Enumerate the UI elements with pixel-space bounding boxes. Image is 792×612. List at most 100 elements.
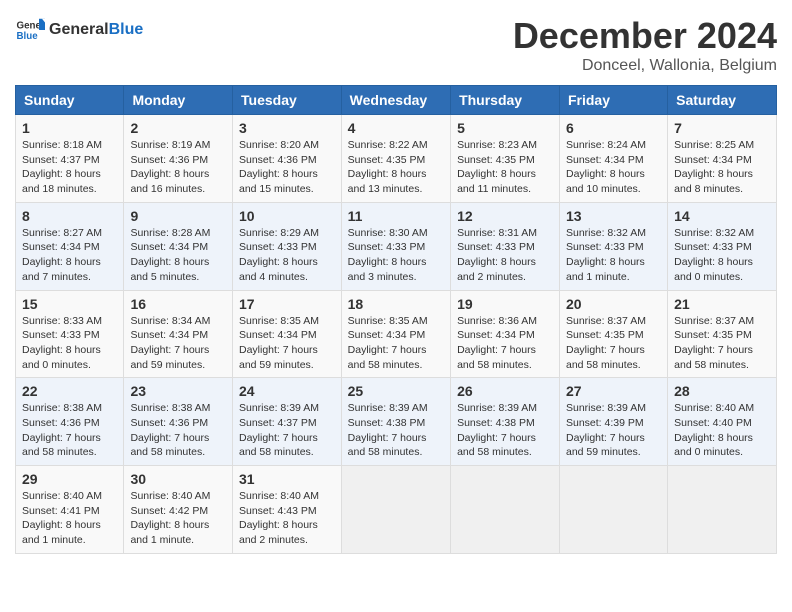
calendar-cell: 15 Sunrise: 8:33 AM Sunset: 4:33 PM Dayl… xyxy=(16,290,124,378)
col-monday: Monday xyxy=(124,86,233,115)
sunrise-label: Sunrise: 8:39 AM xyxy=(566,402,646,414)
calendar-cell: 21 Sunrise: 8:37 AM Sunset: 4:35 PM Dayl… xyxy=(668,290,777,378)
calendar-cell: 6 Sunrise: 8:24 AM Sunset: 4:34 PM Dayli… xyxy=(559,115,667,203)
day-number: 17 xyxy=(239,296,335,312)
day-number: 1 xyxy=(22,120,117,136)
sunset-label: Sunset: 4:34 PM xyxy=(130,329,208,341)
sunrise-label: Sunrise: 8:39 AM xyxy=(348,402,428,414)
calendar-cell xyxy=(559,466,667,554)
day-info: Sunrise: 8:33 AM Sunset: 4:33 PM Dayligh… xyxy=(22,314,117,373)
day-number: 4 xyxy=(348,120,444,136)
sunset-label: Sunset: 4:34 PM xyxy=(348,329,426,341)
calendar-cell: 22 Sunrise: 8:38 AM Sunset: 4:36 PM Dayl… xyxy=(16,378,124,466)
sunrise-label: Sunrise: 8:30 AM xyxy=(348,227,428,239)
sunrise-label: Sunrise: 8:32 AM xyxy=(566,227,646,239)
col-saturday: Saturday xyxy=(668,86,777,115)
sunrise-label: Sunrise: 8:31 AM xyxy=(457,227,537,239)
day-number: 27 xyxy=(566,383,661,399)
calendar-cell: 25 Sunrise: 8:39 AM Sunset: 4:38 PM Dayl… xyxy=(341,378,450,466)
sunrise-label: Sunrise: 8:37 AM xyxy=(674,315,754,327)
sunrise-label: Sunrise: 8:20 AM xyxy=(239,139,319,151)
calendar-cell xyxy=(341,466,450,554)
calendar-cell xyxy=(451,466,560,554)
sunset-label: Sunset: 4:38 PM xyxy=(457,417,535,429)
day-number: 19 xyxy=(457,296,553,312)
sunrise-label: Sunrise: 8:29 AM xyxy=(239,227,319,239)
daylight-label: Daylight: 8 hours and 7 minutes. xyxy=(22,256,101,283)
calendar-cell: 29 Sunrise: 8:40 AM Sunset: 4:41 PM Dayl… xyxy=(16,466,124,554)
calendar-cell: 4 Sunrise: 8:22 AM Sunset: 4:35 PM Dayli… xyxy=(341,115,450,203)
day-info: Sunrise: 8:37 AM Sunset: 4:35 PM Dayligh… xyxy=(674,314,770,373)
sunrise-label: Sunrise: 8:32 AM xyxy=(674,227,754,239)
day-info: Sunrise: 8:37 AM Sunset: 4:35 PM Dayligh… xyxy=(566,314,661,373)
daylight-label: Daylight: 8 hours and 0 minutes. xyxy=(22,344,101,371)
daylight-label: Daylight: 8 hours and 16 minutes. xyxy=(130,168,209,195)
calendar-cell: 16 Sunrise: 8:34 AM Sunset: 4:34 PM Dayl… xyxy=(124,290,233,378)
calendar-week-row: 15 Sunrise: 8:33 AM Sunset: 4:33 PM Dayl… xyxy=(16,290,777,378)
logo-general: General xyxy=(49,21,109,39)
calendar-cell: 13 Sunrise: 8:32 AM Sunset: 4:33 PM Dayl… xyxy=(559,202,667,290)
col-thursday: Thursday xyxy=(451,86,560,115)
sunset-label: Sunset: 4:34 PM xyxy=(566,154,644,166)
sunset-label: Sunset: 4:34 PM xyxy=(130,241,208,253)
day-number: 8 xyxy=(22,208,117,224)
calendar-cell: 8 Sunrise: 8:27 AM Sunset: 4:34 PM Dayli… xyxy=(16,202,124,290)
day-info: Sunrise: 8:35 AM Sunset: 4:34 PM Dayligh… xyxy=(239,314,335,373)
day-info: Sunrise: 8:24 AM Sunset: 4:34 PM Dayligh… xyxy=(566,138,661,197)
day-number: 15 xyxy=(22,296,117,312)
day-info: Sunrise: 8:31 AM Sunset: 4:33 PM Dayligh… xyxy=(457,226,553,285)
sunrise-label: Sunrise: 8:19 AM xyxy=(130,139,210,151)
sunrise-label: Sunrise: 8:33 AM xyxy=(22,315,102,327)
calendar-cell: 3 Sunrise: 8:20 AM Sunset: 4:36 PM Dayli… xyxy=(233,115,342,203)
day-info: Sunrise: 8:39 AM Sunset: 4:39 PM Dayligh… xyxy=(566,401,661,460)
calendar-cell: 1 Sunrise: 8:18 AM Sunset: 4:37 PM Dayli… xyxy=(16,115,124,203)
daylight-label: Daylight: 7 hours and 58 minutes. xyxy=(566,344,645,371)
day-number: 24 xyxy=(239,383,335,399)
sunset-label: Sunset: 4:40 PM xyxy=(674,417,752,429)
day-number: 12 xyxy=(457,208,553,224)
daylight-label: Daylight: 8 hours and 1 minute. xyxy=(22,519,101,546)
daylight-label: Daylight: 7 hours and 58 minutes. xyxy=(130,432,209,459)
sunset-label: Sunset: 4:33 PM xyxy=(674,241,752,253)
calendar-week-row: 8 Sunrise: 8:27 AM Sunset: 4:34 PM Dayli… xyxy=(16,202,777,290)
calendar-week-row: 29 Sunrise: 8:40 AM Sunset: 4:41 PM Dayl… xyxy=(16,466,777,554)
day-info: Sunrise: 8:40 AM Sunset: 4:42 PM Dayligh… xyxy=(130,489,226,548)
sunrise-label: Sunrise: 8:40 AM xyxy=(130,490,210,502)
sunset-label: Sunset: 4:33 PM xyxy=(566,241,644,253)
sunset-label: Sunset: 4:36 PM xyxy=(22,417,100,429)
day-info: Sunrise: 8:18 AM Sunset: 4:37 PM Dayligh… xyxy=(22,138,117,197)
sunrise-label: Sunrise: 8:40 AM xyxy=(22,490,102,502)
day-number: 20 xyxy=(566,296,661,312)
daylight-label: Daylight: 8 hours and 2 minutes. xyxy=(457,256,536,283)
sunrise-label: Sunrise: 8:22 AM xyxy=(348,139,428,151)
day-info: Sunrise: 8:40 AM Sunset: 4:43 PM Dayligh… xyxy=(239,489,335,548)
sunrise-label: Sunrise: 8:27 AM xyxy=(22,227,102,239)
day-info: Sunrise: 8:20 AM Sunset: 4:36 PM Dayligh… xyxy=(239,138,335,197)
sunset-label: Sunset: 4:41 PM xyxy=(22,505,100,517)
day-info: Sunrise: 8:32 AM Sunset: 4:33 PM Dayligh… xyxy=(566,226,661,285)
sunset-label: Sunset: 4:38 PM xyxy=(348,417,426,429)
daylight-label: Daylight: 8 hours and 8 minutes. xyxy=(674,168,753,195)
sunrise-label: Sunrise: 8:38 AM xyxy=(22,402,102,414)
header: General Blue GeneralBlue December 2024 D… xyxy=(15,15,777,75)
day-number: 22 xyxy=(22,383,117,399)
daylight-label: Daylight: 7 hours and 58 minutes. xyxy=(348,432,427,459)
calendar-cell: 31 Sunrise: 8:40 AM Sunset: 4:43 PM Dayl… xyxy=(233,466,342,554)
sunset-label: Sunset: 4:37 PM xyxy=(239,417,317,429)
sunset-label: Sunset: 4:33 PM xyxy=(239,241,317,253)
daylight-label: Daylight: 7 hours and 58 minutes. xyxy=(22,432,101,459)
day-number: 18 xyxy=(348,296,444,312)
calendar-cell: 19 Sunrise: 8:36 AM Sunset: 4:34 PM Dayl… xyxy=(451,290,560,378)
calendar-cell: 10 Sunrise: 8:29 AM Sunset: 4:33 PM Dayl… xyxy=(233,202,342,290)
logo-blue: Blue xyxy=(109,21,144,39)
day-number: 13 xyxy=(566,208,661,224)
daylight-label: Daylight: 8 hours and 3 minutes. xyxy=(348,256,427,283)
sunrise-label: Sunrise: 8:34 AM xyxy=(130,315,210,327)
daylight-label: Daylight: 8 hours and 10 minutes. xyxy=(566,168,645,195)
col-wednesday: Wednesday xyxy=(341,86,450,115)
sunrise-label: Sunrise: 8:23 AM xyxy=(457,139,537,151)
daylight-label: Daylight: 8 hours and 0 minutes. xyxy=(674,256,753,283)
sunset-label: Sunset: 4:35 PM xyxy=(457,154,535,166)
calendar-cell: 14 Sunrise: 8:32 AM Sunset: 4:33 PM Dayl… xyxy=(668,202,777,290)
day-number: 25 xyxy=(348,383,444,399)
